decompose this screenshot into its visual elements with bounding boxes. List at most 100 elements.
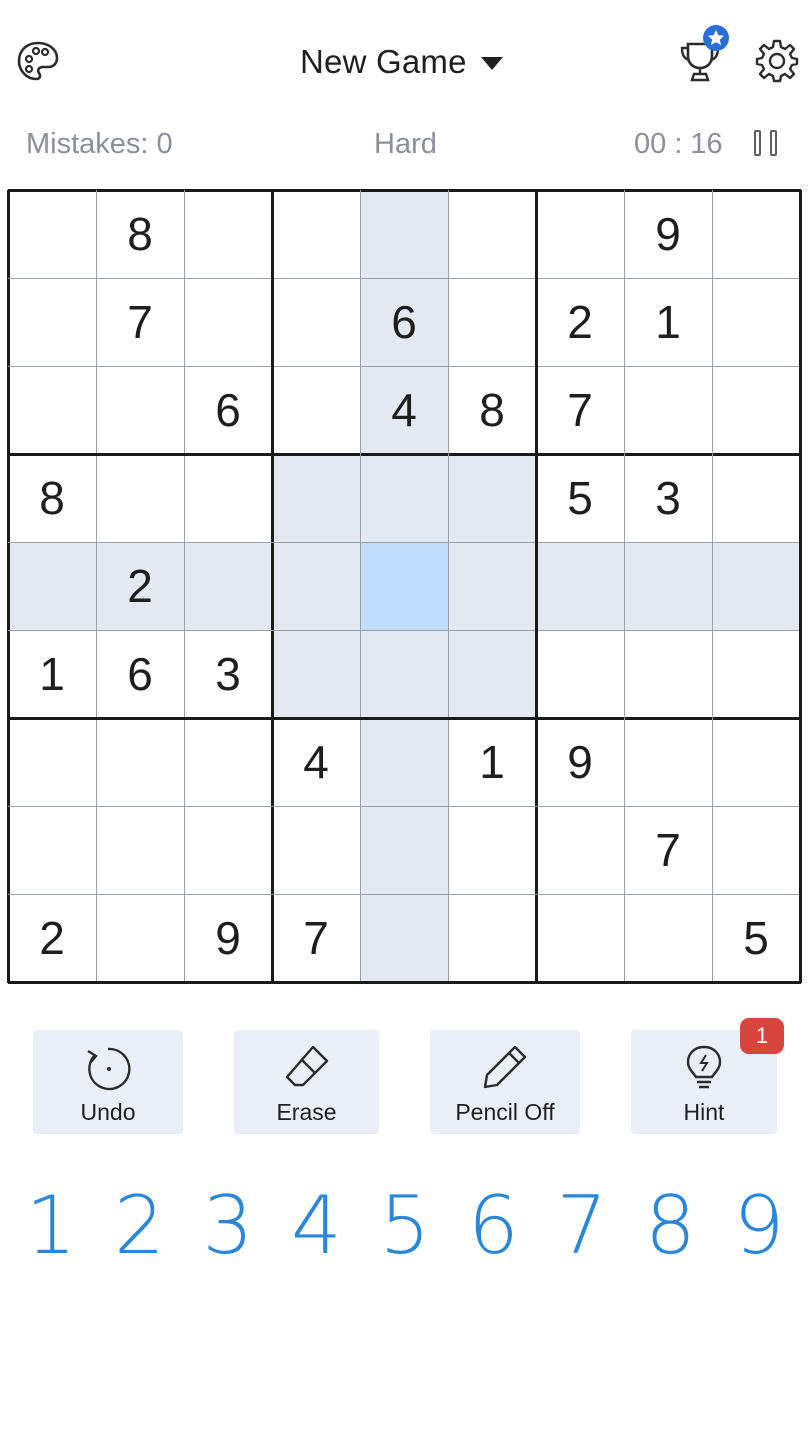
sudoku-cell[interactable]: 8: [96, 190, 184, 278]
sudoku-cell[interactable]: [712, 190, 800, 278]
sudoku-cell[interactable]: [624, 894, 712, 982]
sudoku-cell[interactable]: [360, 806, 448, 894]
sudoku-cell[interactable]: 9: [624, 190, 712, 278]
sudoku-cell[interactable]: [184, 718, 272, 806]
sudoku-cell[interactable]: 3: [184, 630, 272, 718]
sudoku-cell[interactable]: [712, 806, 800, 894]
sudoku-cell[interactable]: 1: [624, 278, 712, 366]
sudoku-cell[interactable]: [360, 718, 448, 806]
sudoku-cell[interactable]: [448, 806, 536, 894]
sudoku-cell[interactable]: [536, 894, 624, 982]
sudoku-cell[interactable]: [448, 894, 536, 982]
sudoku-cell[interactable]: [712, 542, 800, 630]
sudoku-cell[interactable]: [8, 718, 96, 806]
number-button-5[interactable]: 5: [370, 1179, 440, 1272]
sudoku-cell[interactable]: 7: [536, 366, 624, 454]
sudoku-cell[interactable]: [8, 190, 96, 278]
pencil-button[interactable]: Pencil Off: [430, 1030, 580, 1134]
sudoku-cell[interactable]: [536, 542, 624, 630]
sudoku-cell[interactable]: [8, 542, 96, 630]
sudoku-cell[interactable]: [184, 542, 272, 630]
number-button-6[interactable]: 6: [459, 1179, 529, 1272]
undo-button[interactable]: Undo: [33, 1030, 183, 1134]
sudoku-cell[interactable]: [448, 190, 536, 278]
sudoku-cell[interactable]: [624, 542, 712, 630]
trophy-icon[interactable]: [676, 24, 732, 86]
sudoku-cell[interactable]: [272, 454, 360, 542]
sudoku-cell[interactable]: [184, 454, 272, 542]
sudoku-cell[interactable]: [272, 542, 360, 630]
number-button-9[interactable]: 9: [724, 1179, 794, 1272]
sudoku-cell[interactable]: 6: [184, 366, 272, 454]
settings-icon[interactable]: [752, 36, 802, 86]
sudoku-cell[interactable]: [536, 190, 624, 278]
sudoku-cell[interactable]: [360, 454, 448, 542]
sudoku-cell[interactable]: [96, 366, 184, 454]
number-button-3[interactable]: 3: [193, 1179, 263, 1272]
sudoku-cell[interactable]: [184, 190, 272, 278]
sudoku-cell[interactable]: [96, 806, 184, 894]
sudoku-cell[interactable]: [8, 366, 96, 454]
number-button-7[interactable]: 7: [547, 1179, 617, 1272]
sudoku-cell[interactable]: [8, 806, 96, 894]
sudoku-cell[interactable]: [712, 454, 800, 542]
sudoku-cell[interactable]: 7: [624, 806, 712, 894]
sudoku-cell[interactable]: 2: [8, 894, 96, 982]
sudoku-cell[interactable]: [624, 630, 712, 718]
sudoku-cell[interactable]: [272, 366, 360, 454]
sudoku-cell[interactable]: [448, 454, 536, 542]
sudoku-cell[interactable]: 1: [8, 630, 96, 718]
sudoku-cell[interactable]: 9: [184, 894, 272, 982]
sudoku-cell[interactable]: [184, 806, 272, 894]
sudoku-cell[interactable]: 4: [272, 718, 360, 806]
sudoku-cell[interactable]: [272, 278, 360, 366]
sudoku-cell[interactable]: 6: [360, 278, 448, 366]
number-button-4[interactable]: 4: [282, 1179, 352, 1272]
sudoku-cell[interactable]: [360, 190, 448, 278]
sudoku-cell[interactable]: [272, 806, 360, 894]
sudoku-cell[interactable]: [272, 190, 360, 278]
mistakes-counter: Mistakes: 0: [26, 128, 173, 160]
sudoku-cell[interactable]: [448, 542, 536, 630]
sudoku-cell[interactable]: 7: [272, 894, 360, 982]
sudoku-cell[interactable]: [624, 366, 712, 454]
sudoku-cell[interactable]: 5: [712, 894, 800, 982]
sudoku-cell[interactable]: 6: [96, 630, 184, 718]
sudoku-cell[interactable]: [624, 718, 712, 806]
sudoku-cell[interactable]: 8: [8, 454, 96, 542]
sudoku-cell[interactable]: [712, 278, 800, 366]
number-button-8[interactable]: 8: [636, 1179, 706, 1272]
sudoku-cell[interactable]: [536, 806, 624, 894]
sudoku-cell[interactable]: 9: [536, 718, 624, 806]
sudoku-cell[interactable]: 8: [448, 366, 536, 454]
pause-button[interactable]: [752, 130, 784, 160]
sudoku-cell[interactable]: [184, 278, 272, 366]
sudoku-cell[interactable]: 5: [536, 454, 624, 542]
sudoku-cell[interactable]: 1: [448, 718, 536, 806]
sudoku-cell[interactable]: [712, 630, 800, 718]
number-button-1[interactable]: 1: [16, 1179, 86, 1272]
sudoku-cell[interactable]: [96, 718, 184, 806]
sudoku-cell[interactable]: [712, 366, 800, 454]
grid-line-horizontal: [8, 278, 801, 279]
sudoku-cell[interactable]: [8, 278, 96, 366]
sudoku-cell[interactable]: 3: [624, 454, 712, 542]
sudoku-cell[interactable]: [536, 630, 624, 718]
sudoku-cell[interactable]: 2: [536, 278, 624, 366]
sudoku-cell[interactable]: [272, 630, 360, 718]
sudoku-cell[interactable]: [448, 630, 536, 718]
sudoku-cell[interactable]: [360, 630, 448, 718]
palette-icon[interactable]: [14, 38, 62, 84]
sudoku-cell[interactable]: [96, 454, 184, 542]
new-game-dropdown[interactable]: New Game: [300, 40, 503, 84]
sudoku-cell[interactable]: [96, 894, 184, 982]
sudoku-cell[interactable]: [360, 894, 448, 982]
sudoku-cell[interactable]: 7: [96, 278, 184, 366]
sudoku-cell[interactable]: 4: [360, 366, 448, 454]
sudoku-cell[interactable]: [448, 278, 536, 366]
erase-button[interactable]: Erase: [234, 1030, 379, 1134]
sudoku-cell[interactable]: [712, 718, 800, 806]
sudoku-cell[interactable]: 2: [96, 542, 184, 630]
number-button-2[interactable]: 2: [105, 1179, 175, 1272]
sudoku-cell[interactable]: [360, 542, 448, 630]
